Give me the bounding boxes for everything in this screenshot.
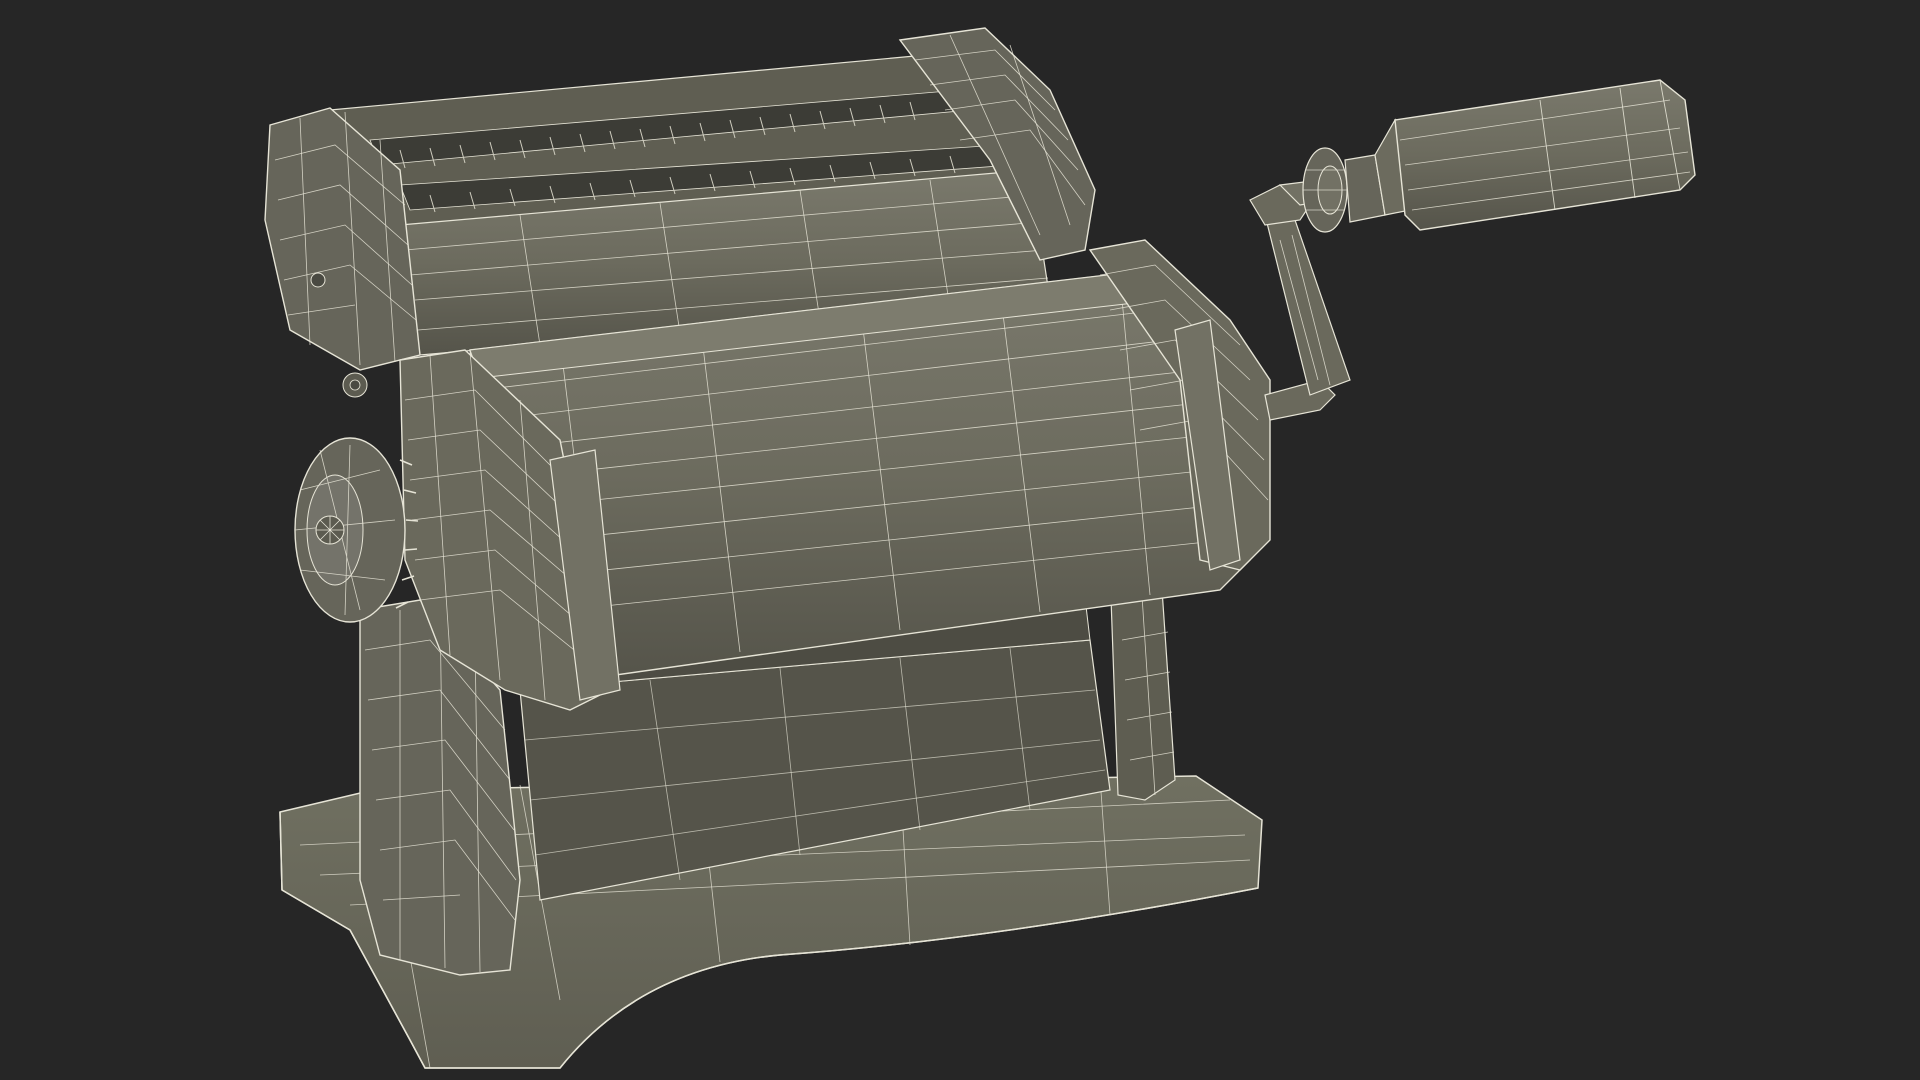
knob-center-icon [315, 515, 345, 545]
crank-hub [1302, 147, 1348, 233]
pasta-machine-render [0, 0, 1920, 1080]
back-bolt-icon [310, 272, 326, 288]
side-bolt-icon [342, 372, 368, 398]
render-viewport [0, 0, 1920, 1080]
